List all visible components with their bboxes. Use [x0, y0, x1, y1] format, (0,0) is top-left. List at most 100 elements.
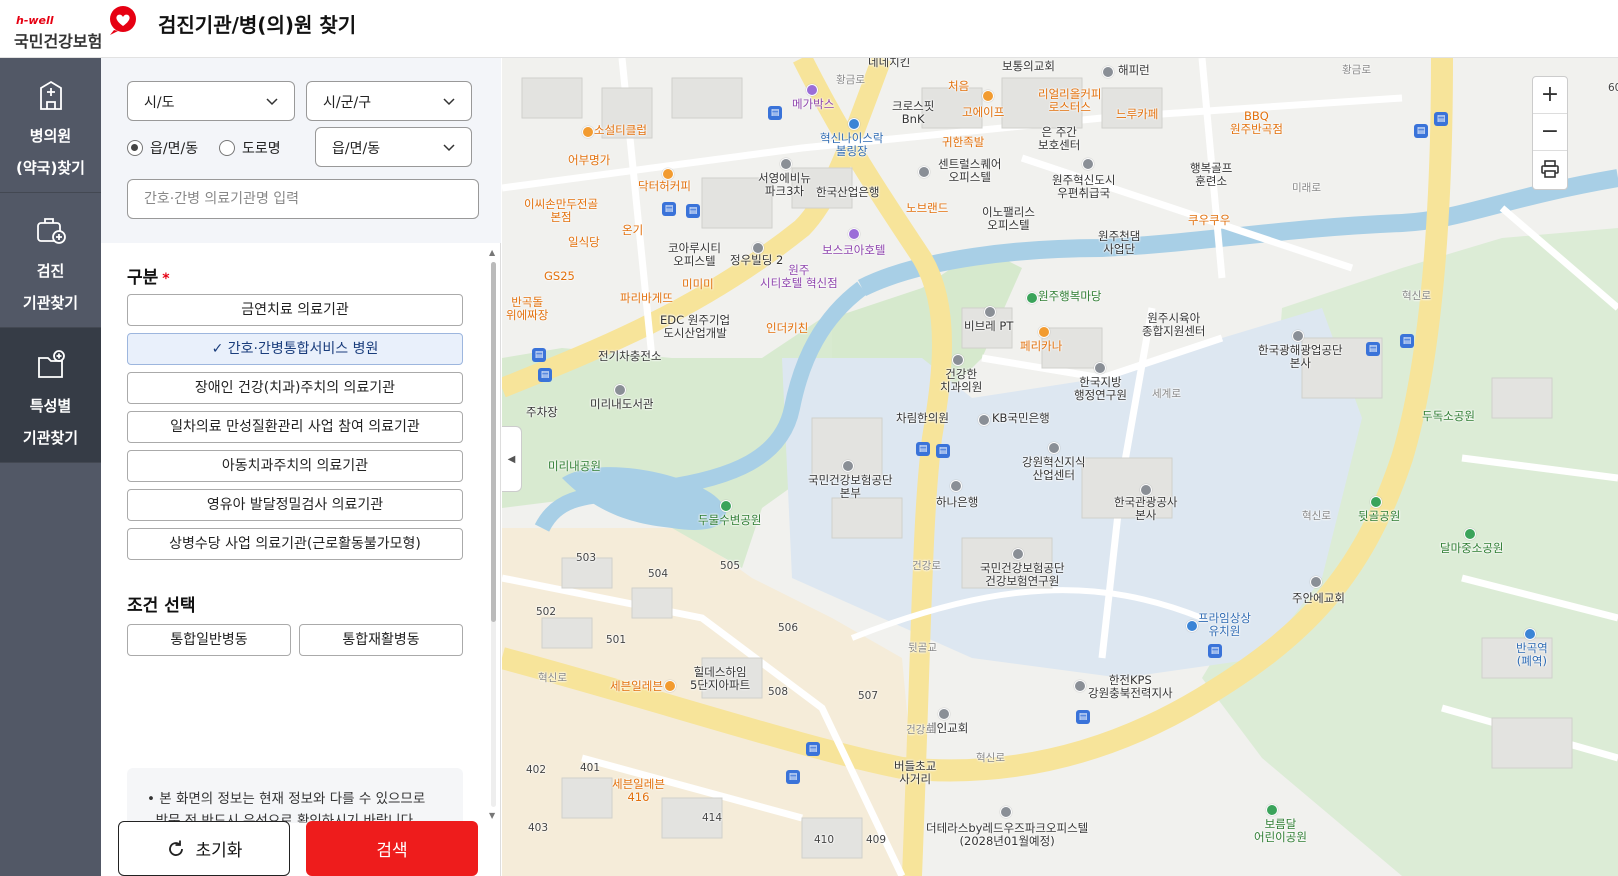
- map-label[interactable]: 강원혁신지식 산업센터: [1022, 456, 1085, 482]
- map-label[interactable]: 두독소공원: [1422, 410, 1475, 423]
- map-label[interactable]: 미리내공원: [548, 460, 601, 473]
- poi-pin[interactable]: [848, 228, 860, 240]
- condition-rehab-ward[interactable]: 통합재활병동: [299, 624, 463, 656]
- zoom-out-button[interactable]: −: [1533, 114, 1567, 151]
- map-label[interactable]: 주안에교회: [1292, 592, 1345, 605]
- poi-pin[interactable]: [918, 166, 930, 178]
- map-label[interactable]: 메가박스: [792, 98, 834, 111]
- map-label[interactable]: 차림한의원: [896, 412, 949, 425]
- map-label[interactable]: 한국관광공사 본사: [1114, 496, 1177, 522]
- map-label[interactable]: 원주 시티호텔 혁신점: [760, 264, 838, 290]
- poi-pin[interactable]: [1074, 680, 1086, 692]
- poi-pin[interactable]: [952, 354, 964, 366]
- map-label[interactable]: 어부명가: [568, 154, 610, 167]
- map-label[interactable]: 보통의교회: [1002, 60, 1055, 73]
- poi-pin[interactable]: [938, 708, 950, 720]
- map-label[interactable]: 크로스핏 BnK: [892, 100, 934, 126]
- map-label[interactable]: 네네치킨: [868, 58, 910, 69]
- radio-town[interactable]: 읍/면/동: [127, 138, 198, 158]
- poi-pin[interactable]: [1082, 158, 1094, 170]
- poi-pin[interactable]: [1464, 528, 1476, 540]
- map-label[interactable]: 버들초교 사거리: [894, 760, 936, 786]
- map-label[interactable]: 센트럴스퀘어 오피스텔: [938, 158, 1001, 184]
- map-label[interactable]: 소설티클럽: [594, 124, 647, 137]
- map-label[interactable]: 처음: [948, 80, 969, 93]
- zoom-in-button[interactable]: +: [1533, 77, 1567, 114]
- poi-pin[interactable]: [780, 158, 792, 170]
- map-label[interactable]: 국민건강보험공단 건강보험연구원: [980, 562, 1065, 588]
- map-label[interactable]: 주차장: [526, 406, 558, 419]
- print-button[interactable]: [1533, 151, 1567, 188]
- poi-pin[interactable]: [1266, 804, 1278, 816]
- collapse-panel-button[interactable]: ◀: [502, 426, 522, 492]
- map-label[interactable]: 비브레 PT: [964, 320, 1013, 333]
- map-label[interactable]: 한국광해광업공단 본사: [1258, 344, 1343, 370]
- map-label[interactable]: 원주시육아 종합지원센터: [1142, 312, 1205, 338]
- poi-pin[interactable]: [978, 414, 990, 426]
- nav-special-institution[interactable]: 특성별 기관찾기: [0, 328, 101, 463]
- poi-pin[interactable]: [1310, 576, 1322, 588]
- poi-pin[interactable]: [1012, 548, 1024, 560]
- map-label[interactable]: 해피런: [1118, 64, 1150, 77]
- poi-pin[interactable]: [950, 480, 962, 492]
- map-label[interactable]: 고에이프: [962, 106, 1004, 119]
- map-label[interactable]: 서영에비뉴 파크3차: [758, 172, 811, 198]
- poi-pin[interactable]: [582, 126, 594, 138]
- poi-pin[interactable]: [752, 242, 764, 254]
- poi-pin[interactable]: [662, 168, 674, 180]
- map-label[interactable]: 미리내도서관: [590, 398, 653, 411]
- category-option[interactable]: 아동치과주치의 의료기관: [127, 450, 463, 482]
- radio-road[interactable]: 도로명: [219, 138, 281, 158]
- poi-pin[interactable]: [1000, 806, 1012, 818]
- bus-stop-icon[interactable]: ▤: [936, 444, 950, 458]
- map-label[interactable]: 하나은행: [936, 496, 978, 509]
- map-label[interactable]: 세븐일레븐 416: [612, 778, 665, 804]
- map-label[interactable]: 행복골프 훈련소: [1190, 162, 1232, 188]
- category-option[interactable]: 금연치료 의료기관: [127, 294, 463, 326]
- map-label[interactable]: 두물수변공원: [698, 514, 761, 527]
- map-label[interactable]: 일식당: [568, 236, 600, 249]
- poi-pin[interactable]: [1140, 484, 1152, 496]
- bus-stop-icon[interactable]: ▤: [686, 204, 700, 218]
- poi-pin[interactable]: [1292, 330, 1304, 342]
- scroll-down-icon[interactable]: ▼: [489, 811, 495, 820]
- map-label[interactable]: 반곡역 (폐역): [1516, 642, 1548, 668]
- bus-stop-icon[interactable]: ▤: [538, 368, 552, 382]
- bus-stop-icon[interactable]: ▤: [786, 770, 800, 784]
- map-label[interactable]: 닥터허커피: [638, 180, 691, 193]
- map-label[interactable]: 힐데스하임 5단지아파트: [690, 666, 750, 692]
- bus-stop-icon[interactable]: ▤: [662, 202, 676, 216]
- poi-pin[interactable]: [1048, 442, 1060, 454]
- map-label[interactable]: 온기: [622, 224, 643, 237]
- logo[interactable]: h-well 국민건강보험: [14, 6, 136, 51]
- map-label[interactable]: BBQ 원주반곡점: [1230, 110, 1283, 136]
- poi-pin[interactable]: [1038, 326, 1050, 338]
- bus-stop-icon[interactable]: ▤: [1414, 124, 1428, 138]
- map-label[interactable]: 보름달 어린이공원: [1254, 818, 1307, 844]
- bus-stop-icon[interactable]: ▤: [1076, 710, 1090, 724]
- map-label[interactable]: 뒷골공원: [1358, 510, 1400, 523]
- poi-pin[interactable]: [1102, 66, 1114, 78]
- search-button[interactable]: 검색: [306, 821, 478, 876]
- poi-pin[interactable]: [614, 384, 626, 396]
- options-scroll-area[interactable]: 구분 * 금연치료 의료기관 ✓ 간호·간병통합서비스 병원 장애인 건강(치과)…: [101, 243, 501, 823]
- condition-general-ward[interactable]: 통합일반병동: [127, 624, 291, 656]
- category-option[interactable]: 장애인 건강(치과)주치의 의료기관: [127, 372, 463, 404]
- poi-pin[interactable]: [1094, 362, 1106, 374]
- category-option[interactable]: 상병수당 사업 의료기관(근로활동불가모형): [127, 528, 463, 560]
- scrollbar-thumb[interactable]: [491, 262, 496, 622]
- map-label[interactable]: 원주천댐 사업단: [1098, 230, 1140, 256]
- map-label[interactable]: EDC 원주기업 도시산업개발: [660, 314, 730, 340]
- poi-pin[interactable]: [1524, 628, 1536, 640]
- map-label[interactable]: 쿠우쿠우: [1188, 214, 1230, 227]
- category-option[interactable]: 일차의료 만성질환관리 사업 참여 의료기관: [127, 411, 463, 443]
- poi-pin[interactable]: [1026, 292, 1038, 304]
- map-label[interactable]: 미미미: [682, 278, 714, 291]
- nav-checkup-institution[interactable]: 검진 기관찾기: [0, 193, 101, 328]
- institution-name-input[interactable]: [127, 179, 479, 219]
- map-label[interactable]: 건강한 치과의원: [940, 368, 982, 394]
- map-label[interactable]: 귀한족발: [942, 136, 984, 149]
- bus-stop-icon[interactable]: ▤: [1434, 112, 1448, 126]
- map-label[interactable]: 프라임상상 유치원: [1198, 612, 1251, 638]
- map-label[interactable]: 이노팰리스 오피스텔: [982, 206, 1035, 232]
